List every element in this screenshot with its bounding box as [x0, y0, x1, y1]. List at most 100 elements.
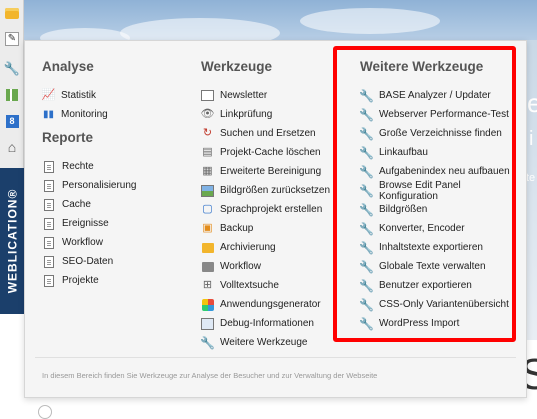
menu-item-label: Konverter, Encoder [379, 223, 465, 234]
menu-item-rechte[interactable]: Rechte [42, 157, 192, 176]
line-chart-icon: 📈 [41, 89, 56, 101]
menu-item-aufgabenindex[interactable]: 🔧 Aufgabenindex neu aufbauen [359, 162, 520, 181]
cloud [300, 8, 440, 34]
analyse-list: 📈 Statistik ▮▮ Monitoring [42, 86, 192, 124]
mail-icon [201, 89, 214, 102]
werkzeuge-column: Werkzeuge Newsletter 👁 Linkprüfung ↻ Suche… [200, 59, 351, 352]
folder-icon [201, 241, 214, 254]
image-icon [201, 184, 214, 197]
menu-item-base-analyzer[interactable]: 🔧 BASE Analyzer / Updater [359, 86, 520, 105]
workflow-icon [201, 260, 214, 273]
menu-item-label: Rechte [62, 161, 94, 172]
menu-item-label: Ereignisse [62, 218, 109, 229]
menu-item-suchen-ersetzen[interactable]: ↻ Suchen und Ersetzen [201, 124, 351, 143]
menu-item-browse-edit-panel[interactable]: 🔧 Browse Edit Panel Konfiguration [359, 179, 520, 202]
green-doc-icon[interactable] [3, 86, 21, 104]
menu-item-projekte[interactable]: Projekte [42, 271, 192, 290]
document-icon [44, 198, 54, 211]
menu-item-seo-daten[interactable]: SEO-Daten [42, 252, 192, 271]
menu-item-projekt-cache[interactable]: ▤ Projekt-Cache löschen [201, 143, 351, 162]
wrench-icon: 🔧 [359, 259, 374, 274]
menu-item-label: Archivierung [220, 242, 276, 253]
menu-item-debug[interactable]: Debug-Informationen [201, 314, 351, 333]
menu-item-bereinigung[interactable]: ▦ Erweiterte Bereinigung [201, 162, 351, 181]
wrench-icon: 🔧 [359, 278, 374, 293]
menu-item-css-only[interactable]: 🔧 CSS-Only Variantenübersicht [359, 295, 520, 314]
menu-item-label: Bildgrößen [379, 204, 428, 215]
binoculars-icon: ⊞ [202, 279, 213, 291]
document-icon [44, 274, 54, 287]
menu-item-label: Statistik [61, 90, 97, 101]
menu-item-cache[interactable]: Cache [42, 195, 192, 214]
section-title-werkzeuge: Werkzeuge [201, 59, 273, 74]
menu-item-bildgroessen[interactable]: 🔧 Bildgrößen [359, 200, 520, 219]
circle-icon [38, 405, 52, 419]
werkzeuge-list: Newsletter 👁 Linkprüfung ↻ Suchen und Erse… [200, 86, 351, 352]
wrench-icon: 🔧 [359, 240, 374, 255]
menu-item-linkaufbau[interactable]: 🔧 Linkaufbau [359, 143, 520, 162]
replace-icon: ↻ [202, 127, 213, 139]
menu-item-label: Projekt-Cache löschen [220, 147, 321, 158]
wrench-icon: 🔧 [359, 316, 374, 331]
menu-item-linkpruefung[interactable]: 👁 Linkprüfung [201, 105, 351, 124]
wrench-icon: 🔧 [359, 202, 374, 217]
menu-item-inhaltstexte[interactable]: 🔧 Inhaltstexte exportieren [359, 238, 520, 257]
menu-item-personalisierung[interactable]: Personalisierung [42, 176, 192, 195]
folder-icon[interactable] [3, 4, 21, 22]
wrench-icon: 🔧 [359, 126, 374, 141]
background-heading-fragment: i [529, 128, 534, 150]
weitere-werkzeuge-list: 🔧 BASE Analyzer / Updater 🔧 Webserver Perf… [359, 86, 520, 333]
menu-item-sprachprojekt[interactable]: ▢ Sprachprojekt erstellen [201, 200, 351, 219]
section-title-reporte: Reporte [42, 130, 94, 145]
document-icon [44, 160, 54, 173]
edit-icon[interactable] [5, 32, 19, 46]
calendar-icon[interactable] [3, 112, 21, 130]
menu-item-label: Personalisierung [62, 180, 137, 191]
brand-text: WEBLICATION® [5, 188, 20, 294]
home-icon[interactable]: ⌂ [3, 138, 21, 156]
menu-item-label: Große Verzeichnisse finden [379, 128, 502, 139]
menu-item-label: Benutzer exportieren [379, 280, 472, 291]
menu-item-benutzer-exportieren[interactable]: 🔧 Benutzer exportieren [359, 276, 520, 295]
menu-item-workflow[interactable]: Workflow [201, 257, 351, 276]
menu-item-backup[interactable]: ▣ Backup [201, 219, 351, 238]
menu-item-label: Debug-Informationen [220, 318, 314, 329]
eye-icon: 👁 [200, 108, 215, 120]
menu-item-monitoring[interactable]: ▮▮ Monitoring [42, 105, 192, 124]
menu-item-ereignisse[interactable]: Ereignisse [42, 214, 192, 233]
menu-item-label: Monitoring [61, 109, 108, 120]
menu-item-statistik[interactable]: 📈 Statistik [42, 86, 192, 105]
panel-footer-text: In diesem Bereich finden Sie Werkzeuge z… [42, 371, 378, 380]
debug-icon [201, 317, 214, 330]
menu-item-workflow-report[interactable]: Workflow [42, 233, 192, 252]
menu-item-label: Cache [62, 199, 91, 210]
background-right-strip [527, 40, 537, 340]
wrench-icon: 🔧 [200, 335, 215, 350]
backup-icon: ▣ [202, 222, 213, 234]
menu-item-wordpress-import[interactable]: 🔧 WordPress Import [359, 314, 520, 333]
menu-item-archivierung[interactable]: Archivierung [201, 238, 351, 257]
menu-item-volltextsuche[interactable]: ⊞ Volltextsuche [201, 276, 351, 295]
menu-item-bildgroessen-reset[interactable]: Bildgrößen zurücksetzen [201, 181, 351, 200]
brand-logo: WEBLICATION® [0, 168, 24, 314]
menu-item-label: CSS-Only Variantenübersicht [379, 299, 509, 310]
wrench-icon: 🔧 [359, 145, 374, 160]
menu-item-newsletter[interactable]: Newsletter [201, 86, 351, 105]
menu-item-anwendungsgenerator[interactable]: Anwendungsgenerator [201, 295, 351, 314]
analyse-column: Analyse 📈 Statistik ▮▮ Monitoring Report… [42, 59, 192, 290]
menu-item-label: Browse Edit Panel Konfiguration [379, 179, 461, 202]
wrench-icon[interactable]: 🔧 [3, 60, 21, 78]
menu-item-label: Linkprüfung [220, 109, 273, 120]
menu-item-label: Backup [220, 223, 254, 234]
menu-item-label: Globale Texte verwalten [379, 261, 486, 272]
menu-item-weitere-werkzeuge[interactable]: 🔧 Weitere Werkzeuge [200, 333, 351, 352]
menu-item-konverter[interactable]: 🔧 Konverter, Encoder [359, 219, 520, 238]
tools-menu-panel: Analyse 📈 Statistik ▮▮ Monitoring Report… [24, 40, 527, 398]
section-title-weitere-werkzeuge: Weitere Werkzeuge [360, 59, 484, 74]
menu-item-label: WordPress Import [379, 318, 460, 329]
menu-item-performance-test[interactable]: 🔧 Webserver Performance-Test [359, 105, 520, 124]
menu-item-globale-texte[interactable]: 🔧 Globale Texte verwalten [359, 257, 520, 276]
menu-item-grosse-verzeichnisse[interactable]: 🔧 Große Verzeichnisse finden [359, 124, 520, 143]
menu-item-label: Weitere Werkzeuge [220, 337, 308, 348]
cleanup-icon: ▦ [202, 165, 213, 177]
